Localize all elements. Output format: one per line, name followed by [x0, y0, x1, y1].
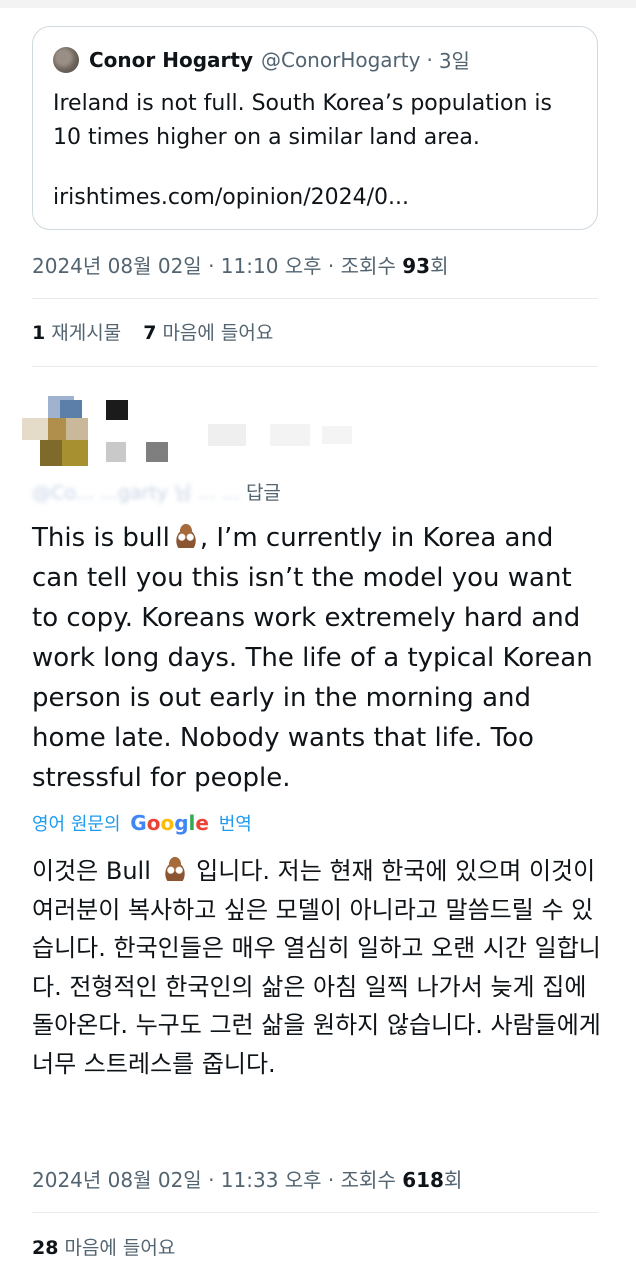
tweet-views-suffix: 회 [430, 254, 449, 278]
reply-likes-count[interactable]: 28 [32, 1237, 58, 1259]
divider [32, 298, 598, 299]
divider [32, 1212, 598, 1213]
reply-text-start: This is bull [32, 523, 170, 553]
reply-text: This is bull, I’m currently in Korea and… [32, 518, 602, 798]
reposts-count[interactable]: 1 [32, 322, 45, 344]
likes-count[interactable]: 7 [143, 322, 156, 344]
reply-views-count: 618 [402, 1168, 444, 1192]
tweet-datetime[interactable]: 2024년 08월 02일 · 11:10 오후 · 조회수 [32, 254, 396, 278]
reply-to-handle[interactable]: @Co... ...garty 님 ... ... [32, 482, 240, 504]
reply-stats: 28 마음에 들어요 [32, 1233, 175, 1260]
quoted-tweet-card[interactable]: Conor Hogarty @ConorHogarty · 3일 Ireland… [32, 26, 598, 230]
avatar[interactable] [53, 46, 79, 73]
translate-attribution[interactable]: 영어 원문의 Google 번역 [32, 810, 252, 836]
google-logo: Google [130, 811, 209, 835]
reply-meta: 2024년 08월 02일 · 11:33 오후 · 조회수 618회 [32, 1164, 462, 1193]
pile-of-poo-icon [160, 857, 189, 881]
reply-text-rest: , I’m currently in Korea and can tell yo… [32, 523, 593, 793]
tweet-stats: 1 재게시물 7 마음에 들어요 [32, 318, 273, 345]
reply-likes-label[interactable]: 마음에 들어요 [64, 1237, 175, 1259]
quoted-tweet-link[interactable]: irishtimes.com/opinion/2024/0... [53, 185, 409, 210]
quoted-tweet-text: Ireland is not full. South Korea’s popul… [53, 91, 552, 150]
tweet-views-count: 93 [402, 254, 431, 278]
divider [32, 366, 598, 367]
translated-text: 이것은 Bull 입니다. 저는 현재 한국에 있으며 이것이 여러분이 복사하… [32, 852, 612, 1083]
separator-dot: · [426, 47, 433, 72]
likes-label[interactable]: 마음에 들어요 [162, 322, 273, 344]
reply-views-suffix: 회 [443, 1168, 463, 1192]
translate-prefix: 영어 원문의 [32, 814, 121, 835]
translated-text-rest: 입니다. 저는 현재 한국에 있으며 이것이 여러분이 복사하고 싶은 모델이 … [32, 857, 601, 1078]
reply-label: 답글 [245, 482, 281, 504]
quoted-tweet-header: Conor Hogarty @ConorHogarty · 3일 [53, 45, 470, 74]
tweet-meta: 2024년 08월 02일 · 11:10 오후 · 조회수 93회 [32, 250, 448, 279]
reply-datetime[interactable]: 2024년 08월 02일 · 11:33 오후 · 조회수 [32, 1168, 396, 1192]
translate-suffix: 번역 [218, 814, 252, 835]
top-edge [0, 0, 636, 8]
translated-text-start: 이것은 Bull [32, 857, 151, 885]
reply-to-line: @Co... ...garty 님 ... ... 답글 [32, 478, 281, 505]
quoted-author-name[interactable]: Conor Hogarty [89, 48, 253, 72]
reposts-label[interactable]: 재게시물 [51, 322, 121, 344]
quoted-tweet-age[interactable]: 3일 [439, 45, 470, 74]
pile-of-poo-icon [171, 524, 200, 548]
quoted-author-handle[interactable]: @ConorHogarty [261, 48, 420, 72]
